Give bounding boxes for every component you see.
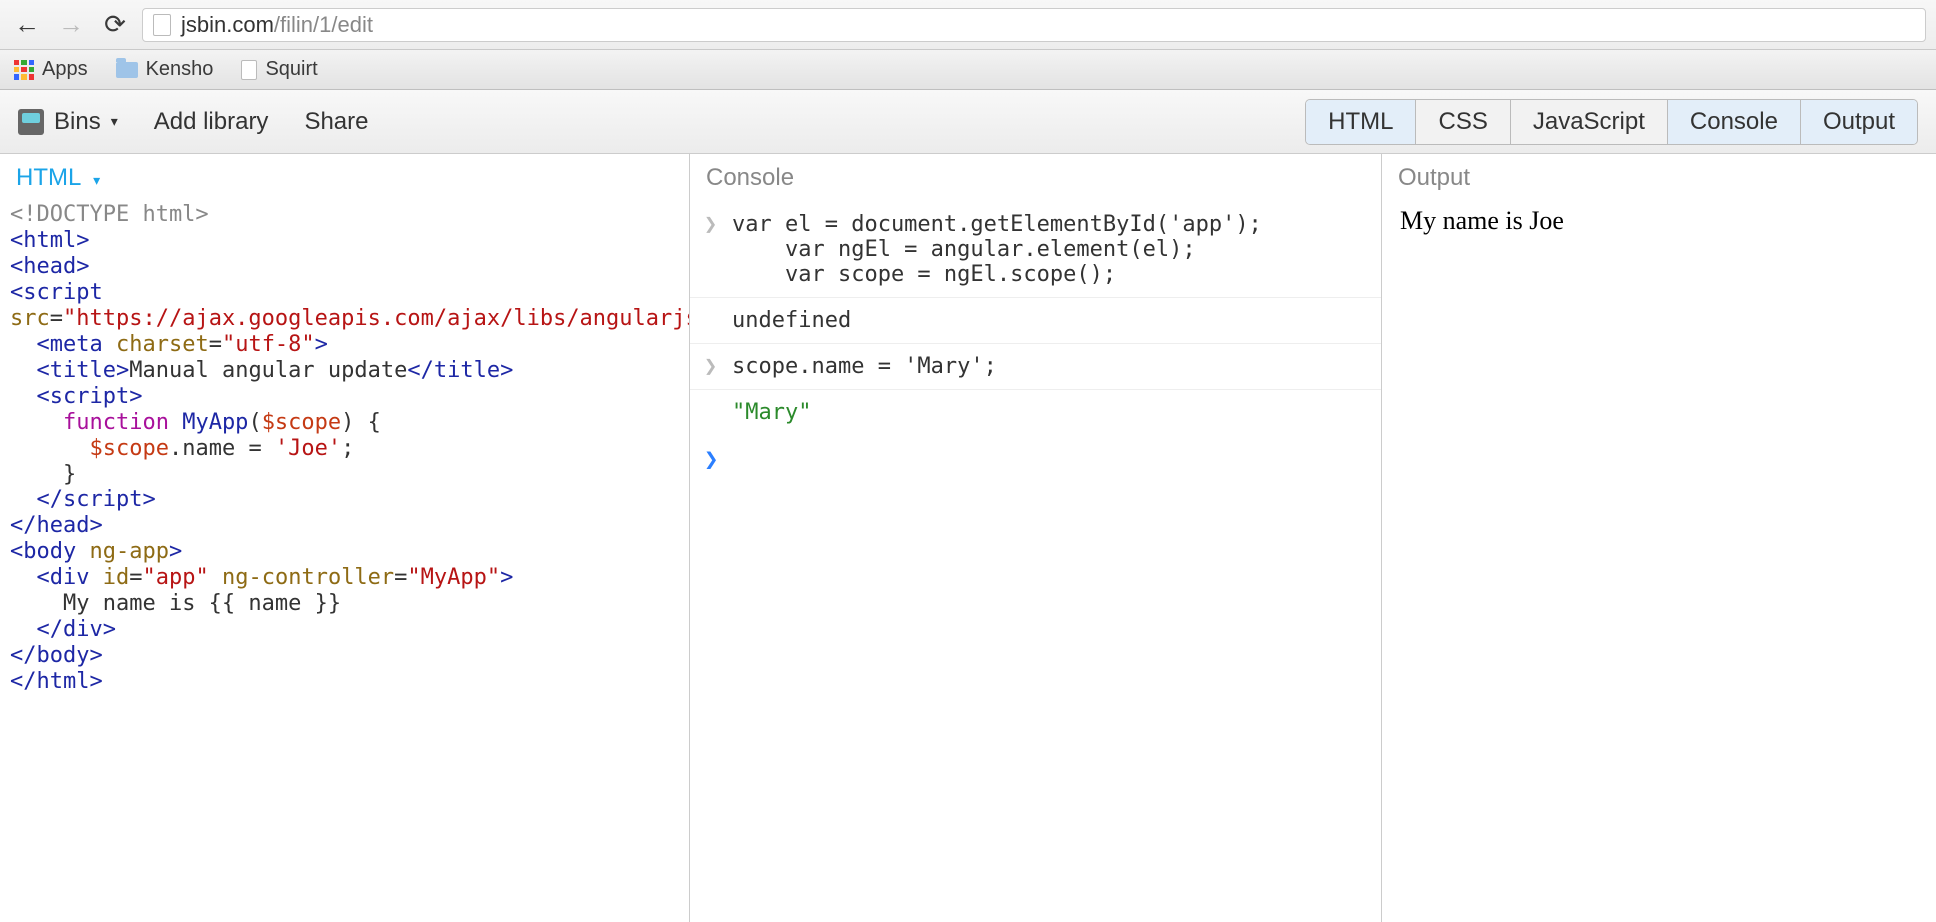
html-header-label: HTML (16, 164, 80, 191)
browser-toolbar: ← → ⟳ jsbin.com/filin/1/edit (0, 0, 1936, 50)
folder-icon (116, 62, 138, 78)
panel-tabs: HTML CSS JavaScript Console Output (1305, 99, 1918, 145)
jsbin-topbar: Bins ▾ Add library Share HTML CSS JavaSc… (0, 90, 1936, 154)
bookmark-squirt[interactable]: Squirt (241, 58, 317, 81)
editor-area: HTML ▾ <!DOCTYPE html> <html> <head> <sc… (0, 154, 1936, 922)
output-body: My name is Joe (1382, 202, 1936, 240)
tab-console[interactable]: Console (1667, 100, 1800, 144)
bookmark-label: Apps (42, 58, 88, 81)
apps-icon (14, 60, 34, 80)
console-pane: Console ❯ var el = document.getElementBy… (690, 154, 1382, 922)
console-input-text: scope.name = 'Mary'; (732, 354, 1367, 379)
console-result-row: "Mary" (690, 390, 1381, 435)
tab-css[interactable]: CSS (1415, 100, 1509, 144)
console-result-row: undefined (690, 298, 1381, 344)
chevron-down-icon: ▾ (93, 172, 100, 188)
bins-label: Bins (54, 108, 101, 136)
console-pane-header: Console (690, 154, 1381, 202)
forward-icon: → (58, 9, 84, 40)
console-body[interactable]: ❯ var el = document.getElementById('app'… (690, 202, 1381, 483)
tab-html[interactable]: HTML (1306, 100, 1415, 144)
add-library-button[interactable]: Add library (154, 108, 269, 136)
bookmarks-bar: Apps Kensho Squirt (0, 50, 1936, 90)
output-text: My name is Joe (1400, 206, 1564, 235)
url-path: /filin/1/edit (274, 12, 373, 38)
url-bar[interactable]: jsbin.com/filin/1/edit (142, 8, 1926, 42)
share-button[interactable]: Share (304, 108, 368, 136)
reload-icon: ⟳ (104, 9, 126, 40)
bookmark-label: Kensho (146, 58, 214, 81)
html-pane-header[interactable]: HTML ▾ (0, 154, 689, 202)
reload-button[interactable]: ⟳ (98, 8, 132, 42)
output-pane-header: Output (1382, 154, 1936, 202)
back-button[interactable]: ← (10, 8, 44, 42)
url-domain: jsbin.com (181, 12, 274, 38)
file-icon (241, 60, 257, 80)
forward-button[interactable]: → (54, 8, 88, 42)
console-input-row: ❯ scope.name = 'Mary'; (690, 344, 1381, 390)
console-input-row: ❯ var el = document.getElementById('app'… (690, 202, 1381, 298)
html-editor[interactable]: <!DOCTYPE html> <html> <head> <script sr… (0, 202, 689, 695)
bookmark-kensho[interactable]: Kensho (116, 58, 214, 81)
topbar-left: Bins ▾ Add library Share (18, 108, 368, 136)
tab-output[interactable]: Output (1800, 100, 1917, 144)
tab-javascript[interactable]: JavaScript (1510, 100, 1667, 144)
bookmark-label: Squirt (265, 58, 317, 81)
output-pane: Output My name is Joe (1382, 154, 1936, 922)
console-result-text: undefined (704, 308, 1367, 333)
bookmark-apps[interactable]: Apps (14, 58, 88, 81)
chevron-down-icon: ▾ (111, 113, 118, 130)
prompt-icon: ❯ (704, 445, 720, 473)
prompt-icon: ❯ (704, 212, 720, 287)
bins-menu[interactable]: Bins ▾ (18, 108, 118, 136)
html-pane: HTML ▾ <!DOCTYPE html> <html> <head> <sc… (0, 154, 690, 922)
console-input-text: var el = document.getElementById('app');… (732, 212, 1367, 287)
console-prompt-row[interactable]: ❯ (690, 435, 1381, 483)
console-result-text: "Mary" (704, 400, 1367, 425)
jsbin-logo-icon (18, 109, 44, 135)
back-icon: ← (14, 9, 40, 40)
page-icon (153, 14, 171, 36)
prompt-icon: ❯ (704, 354, 720, 379)
